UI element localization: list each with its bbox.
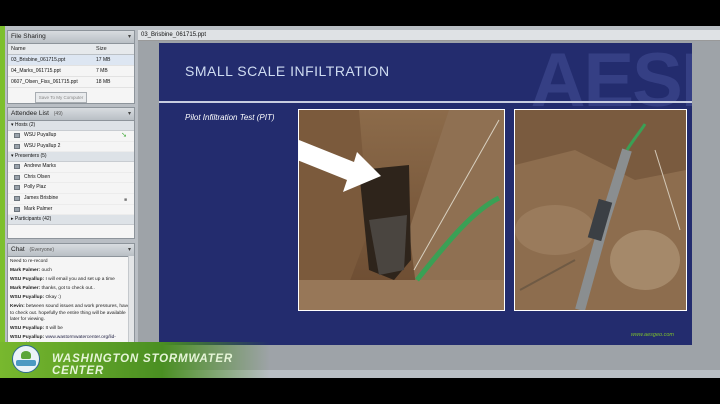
attendee-row[interactable]: WSU Puyallup ➘ xyxy=(8,131,134,142)
attendee-name: James Brisbine xyxy=(24,194,59,201)
panel-title: File Sharing ▾ xyxy=(8,31,134,44)
file-size: 18 MB xyxy=(96,79,111,85)
letterbox-top xyxy=(0,0,720,26)
attendee-name: WSU Puyallup xyxy=(24,132,57,138)
file-table-header: Name Size xyxy=(8,44,134,55)
collapse-icon[interactable]: ▾ xyxy=(128,31,131,43)
participants-label: Participants (42) xyxy=(14,216,52,223)
presenters-label: Presenters (5) xyxy=(14,153,47,160)
presenters-section[interactable]: ▾ Presenters (5) xyxy=(8,152,134,163)
chat-message: WSU Puyallup: I will email you and set u… xyxy=(10,276,115,282)
attendee-row[interactable]: Andrew Marks xyxy=(8,162,134,173)
slide-url: www.aesgeo.com xyxy=(630,332,674,338)
chat-message: Kevin: between sound issues and work pre… xyxy=(10,303,130,323)
user-icon xyxy=(14,174,20,180)
pipe-photo xyxy=(514,109,687,311)
file-name: 04_Marks_061715.ppt xyxy=(11,68,61,74)
col-name[interactable]: Name xyxy=(11,44,26,54)
chat-message: Mark Palmer: ouch xyxy=(10,267,52,273)
user-icon xyxy=(14,206,20,212)
accent-bar xyxy=(0,26,5,378)
chat-scope: (Everyone) xyxy=(29,247,54,253)
attendee-list-title: Attendee List xyxy=(11,110,49,117)
slide-title: SMALL SCALE INFILTRATION xyxy=(185,63,390,79)
chat-message: Mark Palmer: thanks, got to check out.. xyxy=(10,285,95,291)
letterbox-bottom xyxy=(0,378,720,404)
organization-banner: WASHINGTON STORMWATER CENTER xyxy=(0,342,270,378)
file-row[interactable]: 04_Marks_061715.ppt 7 MB xyxy=(8,66,134,77)
save-to-computer-button[interactable]: Save To My Computer xyxy=(35,92,87,103)
file-name: 03_Brisbine_061715.ppt xyxy=(11,57,66,63)
trench-photo xyxy=(298,109,505,311)
attendee-row[interactable]: Mark Palmer xyxy=(8,205,134,216)
col-size[interactable]: Size xyxy=(96,44,107,54)
trench-photo-image xyxy=(299,110,504,310)
webinar-window: File Sharing ▾ Name Size 03_Brisbine_061… xyxy=(0,26,720,378)
attendee-name: Andrew Marks xyxy=(24,163,56,170)
panel-title: Attendee List (49) ▾ xyxy=(8,108,134,121)
attendee-name: Mark Palmer xyxy=(24,205,53,212)
attendee-name: Polly Piaz xyxy=(24,184,46,191)
file-name: 0607_Olsen_Fiss_061715.ppt xyxy=(11,79,78,85)
document-tab[interactable]: 03_Brisbine_061715.ppt xyxy=(138,30,720,41)
file-sharing-title: File Sharing xyxy=(11,33,46,40)
collapse-icon[interactable]: ▾ xyxy=(128,108,131,120)
file-row[interactable]: 03_Brisbine_061715.ppt 17 MB xyxy=(8,55,134,66)
user-icon xyxy=(14,185,20,191)
stormwater-center-logo-icon xyxy=(12,345,40,373)
slide-subtitle: Pilot Infiltration Test (PIT) xyxy=(185,113,275,122)
file-sharing-panel: File Sharing ▾ Name Size 03_Brisbine_061… xyxy=(7,30,135,104)
user-icon xyxy=(14,133,20,138)
pipe-photo-image xyxy=(515,110,686,310)
collapse-icon[interactable]: ▾ xyxy=(128,244,131,256)
attendee-row[interactable]: Chris Olsen xyxy=(8,173,134,184)
attendee-row[interactable]: WSU Puyallup 2 xyxy=(8,142,134,153)
participants-section[interactable]: ▸ Participants (42) xyxy=(8,215,134,226)
attendee-row[interactable]: Polly Piaz xyxy=(8,183,134,194)
attendee-list-panel: Attendee List (49) ▾ ▾ Hosts (2) WSU Puy… xyxy=(7,107,135,239)
user-icon xyxy=(14,164,20,170)
attendee-count: (49) xyxy=(53,111,63,117)
attendee-name: WSU Puyallup 2 xyxy=(24,142,61,149)
chat-title: Chat xyxy=(11,246,25,253)
chat-message: WSU Puyallup: It will be xyxy=(10,326,63,332)
user-icon xyxy=(14,195,20,201)
chat-message: WSU Puyallup: Okay :) xyxy=(10,294,61,300)
hosts-section[interactable]: ▾ Hosts (2) xyxy=(8,121,134,131)
attendee-name: Chris Olsen xyxy=(24,173,51,180)
pointer-icon: ➘ xyxy=(121,132,127,139)
title-divider xyxy=(159,101,692,103)
document-viewer: 03_Brisbine_061715.ppt AESI SMALL SCALE … xyxy=(138,30,720,370)
file-row[interactable]: 0607_Olsen_Fiss_061715.ppt 18 MB xyxy=(8,77,134,88)
chat-message: Need to re-record xyxy=(10,259,48,264)
file-size: 17 MB xyxy=(96,57,111,63)
user-icon xyxy=(14,143,20,149)
file-size: 7 MB xyxy=(96,68,108,74)
panel-title: Chat (Everyone) ▾ xyxy=(8,244,134,257)
attendee-row[interactable]: James Brisbine ■ xyxy=(8,194,134,205)
banner-text: WASHINGTON STORMWATER CENTER xyxy=(52,353,233,377)
slide: AESI SMALL SCALE INFILTRATION Pilot Infi… xyxy=(159,43,692,345)
hosts-label: Hosts (2) xyxy=(14,122,36,128)
